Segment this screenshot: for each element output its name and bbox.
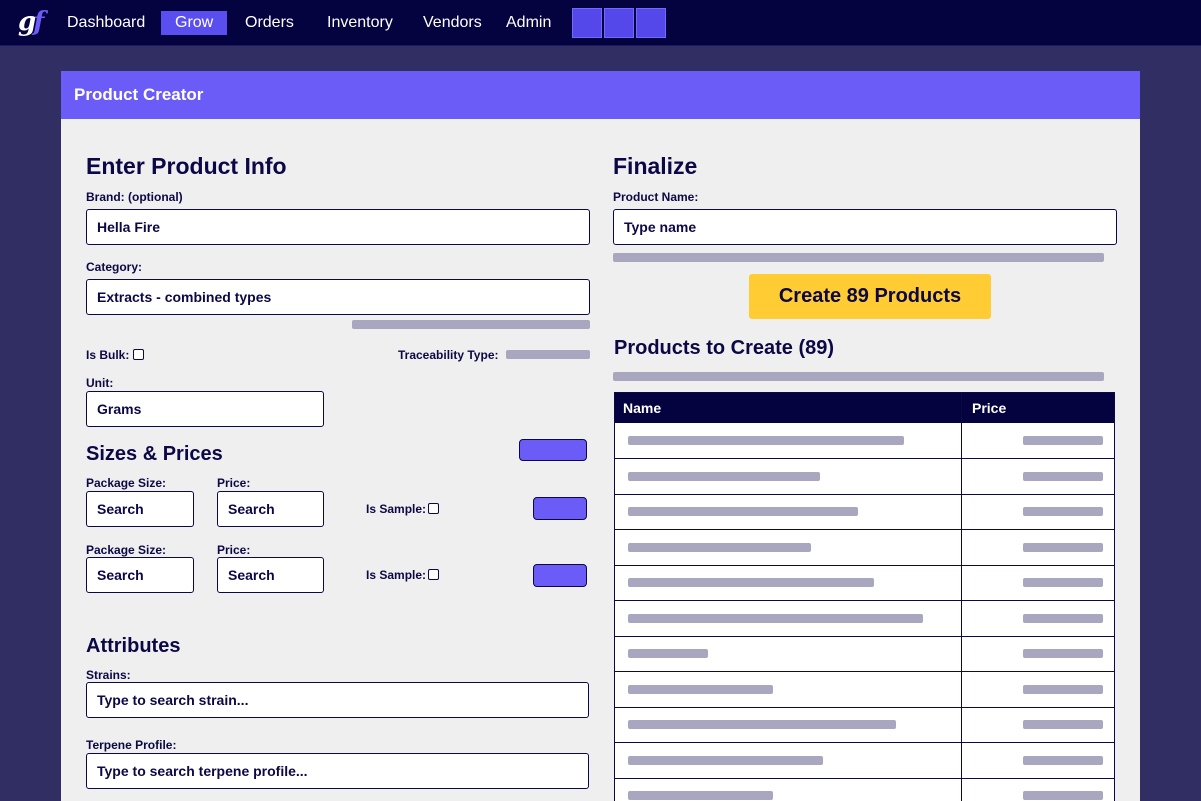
remove-size-button[interactable]: [533, 564, 587, 587]
product-creator-panel: Product Creator Enter Product Info Brand…: [61, 71, 1140, 801]
product-info-heading: Enter Product Info: [86, 153, 287, 179]
is-bulk-label: Is Bulk:: [86, 348, 130, 362]
brand-input[interactable]: Hella Fire: [86, 209, 590, 245]
nav-orders[interactable]: Orders: [245, 11, 294, 35]
is-sample-label: Is Sample:: [366, 502, 427, 516]
nav-square-button-1[interactable]: [572, 8, 602, 38]
package-size-input[interactable]: Search: [86, 491, 194, 527]
nav-grow[interactable]: Grow: [161, 11, 228, 35]
is-bulk-checkbox[interactable]: [133, 349, 144, 360]
is-sample-label: Is Sample:: [366, 568, 427, 582]
product-price-placeholder: [1023, 436, 1103, 445]
products-summary-placeholder: [613, 372, 1104, 381]
package-size-label: Package Size:: [86, 543, 167, 557]
nav-inventory[interactable]: Inventory: [327, 11, 393, 35]
product-price-placeholder: [1023, 791, 1103, 800]
nav-dashboard[interactable]: Dashboard: [67, 11, 145, 35]
nav-vendors[interactable]: Vendors: [423, 11, 482, 35]
table-row[interactable]: [615, 636, 1114, 672]
product-name-input[interactable]: Type name: [613, 209, 1117, 245]
unit-label: Unit:: [86, 376, 114, 390]
product-name-placeholder: [628, 613, 923, 623]
table-row[interactable]: [615, 672, 1114, 708]
price-label: Price:: [217, 476, 251, 490]
column-divider: [961, 393, 962, 801]
panel-title: Product Creator: [74, 85, 204, 104]
table-row[interactable]: [615, 743, 1114, 779]
sizes-prices-heading: Sizes & Prices: [86, 443, 223, 465]
create-products-button[interactable]: Create 89 Products: [749, 274, 991, 319]
product-name-placeholder: [628, 649, 708, 658]
product-price-placeholder: [1023, 720, 1103, 729]
unit-select[interactable]: Grams: [86, 391, 324, 427]
is-sample-checkbox[interactable]: [428, 569, 439, 580]
product-name-placeholder: [628, 578, 874, 587]
strains-label: Strains:: [86, 668, 131, 682]
product-price-placeholder: [1023, 613, 1103, 623]
price-input[interactable]: Search: [217, 557, 324, 593]
product-price-placeholder: [1023, 578, 1103, 587]
price-label: Price:: [217, 543, 251, 557]
table-row[interactable]: [615, 778, 1114, 801]
strains-search-input[interactable]: Type to search strain...: [86, 682, 589, 718]
product-name-placeholder: [628, 507, 858, 516]
products-table: Name Price: [614, 392, 1115, 801]
product-name-placeholder: [628, 471, 820, 481]
column-header-name[interactable]: Name: [623, 393, 661, 423]
nav-square-button-3[interactable]: [636, 8, 666, 38]
table-row[interactable]: [615, 601, 1114, 637]
products-to-create-heading: Products to Create (89): [614, 337, 835, 359]
product-name-placeholder: [628, 542, 811, 552]
app-logo[interactable]: gf: [18, 8, 48, 38]
traceability-value-placeholder[interactable]: [506, 350, 590, 359]
table-row[interactable]: [615, 707, 1114, 743]
terpene-profile-label: Terpene Profile:: [86, 738, 177, 752]
attributes-heading: Attributes: [86, 635, 181, 657]
product-price-placeholder: [1023, 684, 1103, 694]
product-price-placeholder: [1023, 755, 1103, 765]
traceability-label: Traceability Type:: [398, 348, 499, 362]
table-row[interactable]: [615, 459, 1114, 495]
top-nav: gf Dashboard Grow Orders Inventory Vendo…: [0, 0, 1201, 46]
product-name-placeholder: [628, 791, 773, 800]
product-price-placeholder: [1023, 649, 1103, 658]
table-row[interactable]: [615, 423, 1114, 459]
brand-label: Brand: (optional): [86, 190, 183, 204]
product-name-placeholder: [628, 755, 823, 765]
category-label: Category:: [86, 260, 143, 274]
product-name-placeholder: [628, 436, 904, 445]
package-size-input[interactable]: Search: [86, 557, 194, 593]
table-header: Name Price: [615, 393, 1114, 423]
add-size-button[interactable]: [519, 439, 587, 461]
table-row[interactable]: [615, 494, 1114, 530]
product-price-placeholder: [1023, 542, 1103, 552]
column-header-price[interactable]: Price: [972, 393, 1006, 423]
product-name-label: Product Name:: [613, 190, 699, 204]
table-row[interactable]: [615, 530, 1114, 566]
is-sample-checkbox[interactable]: [428, 503, 439, 514]
nav-admin[interactable]: Admin: [506, 11, 551, 35]
finalize-heading: Finalize: [613, 153, 698, 179]
product-price-placeholder: [1023, 507, 1103, 516]
category-select[interactable]: Extracts - combined types: [86, 279, 590, 315]
category-helper-placeholder: [352, 320, 590, 329]
product-price-placeholder: [1023, 471, 1103, 481]
remove-size-button[interactable]: [533, 497, 587, 520]
table-row[interactable]: [615, 565, 1114, 601]
product-name-placeholder: [628, 684, 773, 694]
panel-header: Product Creator: [61, 71, 1140, 119]
terpene-profile-search-input[interactable]: Type to search terpene profile...: [86, 753, 589, 789]
nav-square-button-2[interactable]: [604, 8, 634, 38]
product-name-placeholder: [628, 720, 896, 729]
price-input[interactable]: Search: [217, 491, 324, 527]
package-size-label: Package Size:: [86, 476, 167, 490]
product-name-helper-placeholder: [613, 253, 1104, 262]
